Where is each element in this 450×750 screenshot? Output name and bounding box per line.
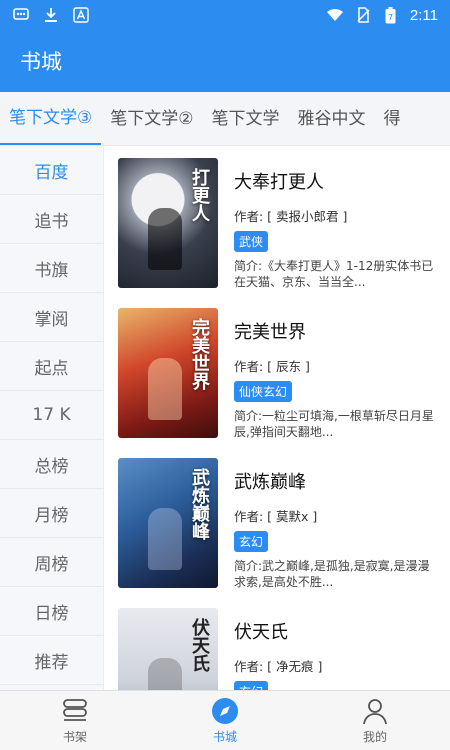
svg-text:7: 7: [388, 13, 393, 22]
source-tab[interactable]: 雅谷中文: [289, 92, 375, 145]
cover-figure: [148, 508, 182, 570]
source-tab[interactable]: 笔下文学: [203, 92, 289, 145]
book-cover[interactable]: 武炼巅峰: [118, 458, 218, 588]
category-item[interactable]: 周榜: [0, 538, 103, 587]
status-bar: 7 2:11: [0, 0, 450, 30]
category-item[interactable]: 总榜: [0, 440, 103, 489]
book-description: 简介:武之巅峰,是孤独,是寂寞,是漫漫求索,是高处不胜...: [234, 559, 430, 589]
book-cover[interactable]: 伏天氏: [118, 608, 218, 690]
category-item[interactable]: 月榜: [0, 489, 103, 538]
genre-tag: 仙侠玄幻: [234, 381, 293, 402]
genre-tag: 武侠: [234, 231, 269, 252]
download-icon: [42, 6, 60, 24]
compass-icon: [210, 696, 240, 726]
category-sidebar: 百度 追书 书旗 掌阅 起点 17 K 总榜 月榜 周榜 日榜 推荐: [0, 146, 104, 690]
book-title: 大奉打更人: [234, 172, 324, 193]
book-cover[interactable]: 打更人: [118, 158, 218, 288]
cover-title: 打更人: [189, 168, 210, 222]
no-sim-icon: [354, 6, 372, 24]
book-list-item[interactable]: 打更人 大奉打更人 作者: [ 卖报小郎君 ] 武侠 简介:《大奉打更人》1-1…: [104, 146, 450, 296]
cover-title: 完美世界: [189, 318, 210, 390]
app-bar: 书城: [0, 30, 450, 92]
category-item[interactable]: 掌阅: [0, 293, 103, 342]
book-description: 简介:《大奉打更人》1-12册实体书已在天猫、京东、当当全...: [234, 259, 434, 289]
book-cover[interactable]: 完美世界: [118, 308, 218, 438]
cover-title: 伏天氏: [189, 618, 210, 672]
category-item[interactable]: 书旗: [0, 244, 103, 293]
category-item[interactable]: 百度: [0, 146, 103, 195]
wifi-icon: [326, 6, 344, 24]
page-title: 书城: [20, 50, 62, 74]
genre-tag: 玄幻: [234, 681, 269, 690]
source-tab[interactable]: 笔下文学③: [0, 93, 102, 145]
nav-label: 书架: [62, 730, 87, 744]
genre-tag: 玄幻: [234, 531, 269, 552]
source-tabs: 笔下文学③ 笔下文学② 笔下文学 雅谷中文 得: [0, 92, 450, 146]
category-item[interactable]: 追书: [0, 195, 103, 244]
status-time: 2:11: [409, 6, 438, 24]
nav-label: 我的: [362, 730, 387, 744]
category-item[interactable]: 17 K: [0, 391, 103, 440]
book-list-item[interactable]: 伏天氏 伏天氏 作者: [ 净无痕 ] 玄幻: [104, 596, 450, 690]
category-item[interactable]: 起点: [0, 342, 103, 391]
nav-bookshelf[interactable]: 书架: [0, 691, 150, 750]
cover-figure: [148, 658, 182, 690]
a-icon: [72, 6, 90, 24]
message-icon: [12, 6, 30, 24]
book-title: 完美世界: [234, 322, 306, 343]
book-title: 武炼巅峰: [234, 472, 306, 493]
nav-label: 书城: [212, 730, 237, 744]
book-list-item[interactable]: 武炼巅峰 武炼巅峰 作者: [ 莫默x ] 玄幻 简介:武之巅峰,是孤独,是寂寞…: [104, 446, 450, 596]
book-author: 作者: [ 净无痕 ]: [234, 659, 323, 674]
book-author: 作者: [ 辰东 ]: [234, 359, 310, 374]
book-list-item[interactable]: 完美世界 完美世界 作者: [ 辰东 ] 仙侠玄幻 简介:一粒尘可填海,一根草斩…: [104, 296, 450, 446]
category-item[interactable]: 推荐: [0, 636, 103, 685]
cover-figure: [148, 358, 182, 420]
book-author: 作者: [ 莫默x ]: [234, 509, 318, 524]
battery-icon: 7: [382, 6, 400, 24]
book-description: 简介:一粒尘可填海,一根草斩尽日月星辰,弹指间天翻地...: [234, 409, 434, 439]
bookshelf-icon: [60, 696, 90, 726]
nav-bookstore[interactable]: 书城: [150, 691, 300, 750]
book-list: 打更人 大奉打更人 作者: [ 卖报小郎君 ] 武侠 简介:《大奉打更人》1-1…: [104, 146, 450, 690]
source-tab[interactable]: 得: [375, 92, 410, 145]
bottom-navigation: 书架 书城 我的: [0, 690, 450, 750]
book-title: 伏天氏: [234, 622, 288, 643]
category-item[interactable]: 日榜: [0, 587, 103, 636]
nav-profile[interactable]: 我的: [300, 691, 450, 750]
source-tab[interactable]: 笔下文学②: [101, 92, 202, 145]
book-author: 作者: [ 卖报小郎君 ]: [234, 209, 348, 224]
cover-figure: [148, 208, 182, 270]
user-icon: [360, 696, 390, 726]
cover-title: 武炼巅峰: [189, 468, 210, 540]
